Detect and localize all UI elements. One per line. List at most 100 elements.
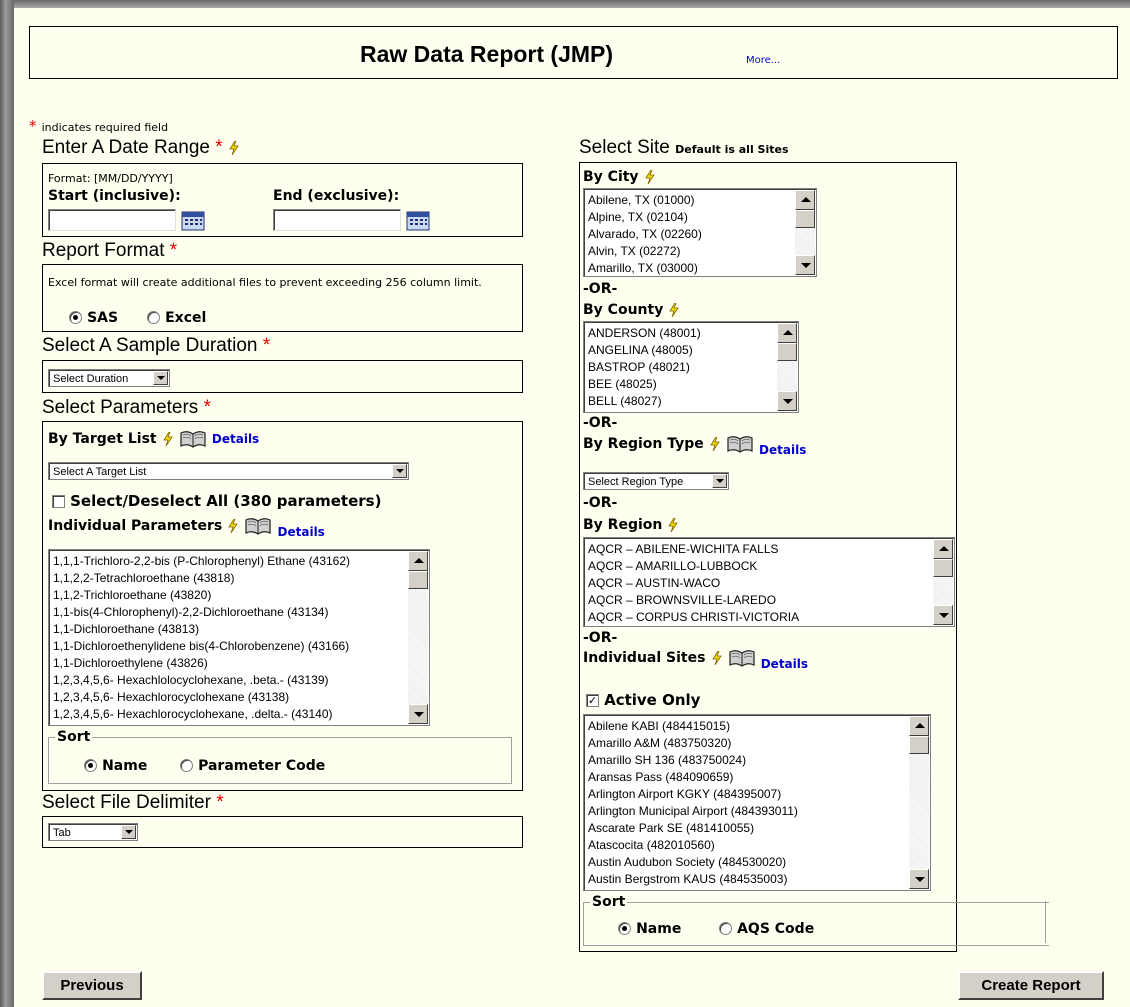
previous-button[interactable]: Previous [42, 971, 142, 1000]
scroll-down-icon[interactable] [408, 704, 428, 724]
lightning-help-icon[interactable] [228, 140, 240, 155]
scroll-down-icon[interactable] [777, 391, 797, 411]
lightning-help-icon[interactable] [709, 436, 721, 451]
lightning-help-icon[interactable] [668, 302, 680, 317]
sort-name-radio[interactable] [84, 759, 97, 772]
list-item[interactable]: AQCR – BROWNSVILLE-LAREDO [588, 592, 932, 609]
start-calendar-icon[interactable] [181, 211, 205, 231]
city-listbox[interactable]: Abilene, TX (01000) Alpine, TX (02104) A… [583, 188, 817, 277]
chevron-down-icon[interactable] [392, 464, 407, 478]
region-type-details-link[interactable]: Details [759, 443, 806, 457]
list-item[interactable]: AQCR – AMARILLO-LUBBOCK [588, 558, 932, 575]
lightning-help-icon[interactable] [667, 517, 679, 532]
scroll-up-icon[interactable] [933, 539, 953, 559]
county-listbox[interactable]: ANDERSON (48001) ANGELINA (48005) BASTRO… [583, 321, 799, 413]
scrollbar[interactable] [408, 551, 428, 724]
chevron-down-icon[interactable] [712, 474, 727, 488]
list-item[interactable]: Arlington Municipal Airport (484393011) [588, 803, 908, 820]
list-item[interactable]: 1,2,3,4,5,6- Hexachlorocyclohexane (4313… [53, 689, 407, 706]
region-listbox[interactable]: AQCR – ABILENE-WICHITA FALLS AQCR – AMAR… [583, 537, 955, 627]
list-item[interactable]: ANGELINA (48005) [588, 342, 776, 359]
format-option-excel[interactable]: Excel [147, 307, 206, 326]
active-only-checkbox[interactable]: ✓ [586, 694, 599, 707]
chevron-down-icon[interactable] [121, 825, 136, 839]
list-item[interactable]: Amarillo A&M (483750320) [588, 735, 908, 752]
list-item[interactable]: 1,1,2,2-Tetrachloroethane (43818) [53, 570, 407, 587]
list-item[interactable]: Abilene, TX (01000) [588, 192, 794, 209]
scrollbar[interactable] [933, 539, 953, 625]
delimiter-select[interactable]: Tab [48, 823, 138, 841]
sort-code-radio[interactable] [180, 759, 193, 772]
scroll-up-icon[interactable] [777, 323, 797, 343]
chevron-down-icon[interactable] [153, 371, 168, 385]
list-item[interactable]: Aransas Pass (484090659) [588, 769, 908, 786]
list-item[interactable]: 1,1-Dichloroethane (43813) [53, 621, 407, 638]
list-item[interactable]: Ascarate Park SE (481410055) [588, 820, 908, 837]
scroll-thumb[interactable] [909, 736, 929, 754]
sites-listbox[interactable]: Abilene KABI (484415015) Amarillo A&M (4… [583, 714, 931, 891]
list-item[interactable]: Amarillo, TX (03000) [588, 260, 794, 276]
list-item[interactable]: 1,1-Dichloroethylene (43826) [53, 655, 407, 672]
scroll-up-icon[interactable] [408, 551, 428, 571]
book-icon[interactable] [728, 648, 756, 668]
scroll-down-icon[interactable] [909, 869, 929, 889]
scroll-thumb[interactable] [933, 559, 953, 577]
list-item[interactable]: Abilene KABI (484415015) [588, 718, 908, 735]
lightning-help-icon[interactable] [227, 518, 239, 533]
list-item[interactable]: 1,1-bis(4-Chlorophenyl)-2,2-Dichloroetha… [53, 604, 407, 621]
parameters-details-link[interactable]: Details [278, 525, 325, 539]
lightning-help-icon[interactable] [644, 169, 656, 184]
list-item[interactable]: BEE (48025) [588, 376, 776, 393]
sas-radio[interactable] [69, 311, 82, 324]
list-item[interactable]: AQCR – CORPUS CHRISTI-VICTORIA [588, 609, 932, 626]
scroll-down-icon[interactable] [933, 605, 953, 625]
scroll-thumb[interactable] [795, 210, 815, 228]
format-option-sas[interactable]: SAS [69, 307, 118, 326]
list-item[interactable]: Austin Audubon Society (484530020) [588, 854, 908, 871]
target-list-select[interactable]: Select A Target List [48, 462, 409, 480]
end-calendar-icon[interactable] [406, 211, 430, 231]
sort-by-name-option[interactable]: Name [618, 918, 681, 937]
book-icon[interactable] [726, 434, 754, 454]
list-item[interactable]: Arlington Airport KGKY (484395007) [588, 786, 908, 803]
list-item[interactable]: 1,1,1-Trichloro-2,2-bis (P-Chlorophenyl)… [53, 553, 407, 570]
list-item[interactable]: Austin Bergstrom KAUS (484535003) [588, 871, 908, 888]
list-item[interactable]: Alpine, TX (02104) [588, 209, 794, 226]
select-all-checkbox[interactable] [52, 495, 65, 508]
list-item[interactable]: Atascocita (482010560) [588, 837, 908, 854]
lightning-help-icon[interactable] [162, 431, 174, 446]
lightning-help-icon[interactable] [711, 650, 723, 665]
scroll-thumb[interactable] [408, 571, 428, 589]
list-item[interactable]: AQCR – ABILENE-WICHITA FALLS [588, 541, 932, 558]
scroll-up-icon[interactable] [795, 190, 815, 210]
scroll-up-icon[interactable] [909, 716, 929, 736]
target-list-details-link[interactable]: Details [212, 432, 259, 446]
sort-by-name-option[interactable]: Name [84, 755, 147, 774]
sort-name-radio[interactable] [618, 922, 631, 935]
more-link[interactable]: More... [746, 55, 780, 66]
scrollbar[interactable] [909, 716, 929, 889]
end-date-input[interactable] [273, 209, 401, 231]
scroll-down-icon[interactable] [795, 255, 815, 275]
list-item[interactable]: 1,2,3,4,5,6- Hexachlorocyclohexane, .del… [53, 706, 407, 723]
sort-by-aqs-code-option[interactable]: AQS Code [719, 918, 814, 937]
list-item[interactable]: Amarillo SH 136 (483750024) [588, 752, 908, 769]
scroll-thumb[interactable] [777, 343, 797, 361]
individual-sites-details-link[interactable]: Details [761, 657, 808, 671]
sort-by-code-option[interactable]: Parameter Code [180, 755, 325, 774]
start-date-input[interactable] [48, 209, 176, 231]
list-item[interactable]: Alvarado, TX (02260) [588, 226, 794, 243]
sort-aqs-code-radio[interactable] [719, 922, 732, 935]
list-item[interactable]: ANDERSON (48001) [588, 325, 776, 342]
select-all-row[interactable]: Select/Deselect All (380 parameters) [52, 491, 381, 510]
book-icon[interactable] [244, 516, 272, 536]
list-item[interactable]: 1,1,2-Trichloroethane (43820) [53, 587, 407, 604]
excel-radio[interactable] [147, 311, 160, 324]
book-icon[interactable] [179, 429, 207, 449]
list-item[interactable]: 1,2,3,4,5,6- Hexachlolocyclohexane, .bet… [53, 672, 407, 689]
list-item[interactable]: BASTROP (48021) [588, 359, 776, 376]
list-item[interactable]: 1,1-Dichloroethenylidene bis(4-Chloroben… [53, 638, 407, 655]
region-type-select[interactable]: Select Region Type [583, 472, 729, 490]
sample-duration-select[interactable]: Select Duration [48, 369, 170, 387]
active-only-row[interactable]: ✓ Active Only [586, 690, 700, 709]
